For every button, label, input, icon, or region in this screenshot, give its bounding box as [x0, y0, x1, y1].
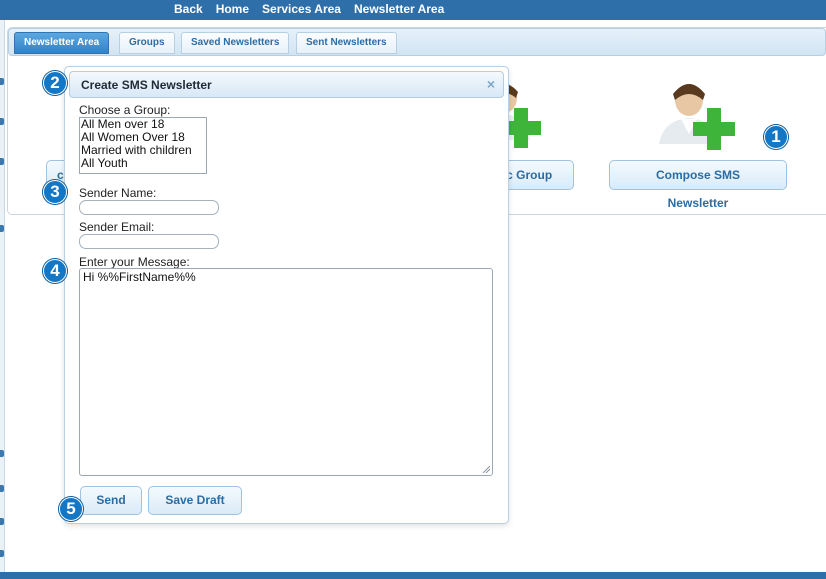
edge-marker [0, 518, 4, 525]
edge-marker [0, 158, 4, 165]
sender-name-field[interactable] [79, 200, 219, 215]
top-nav: Back Home Services Area Newsletter Area [174, 1, 444, 19]
nav-newsletter-area-link[interactable]: Newsletter Area [354, 1, 444, 19]
left-edge-strip [0, 20, 5, 573]
top-nav-bar: Back Home Services Area Newsletter Area [0, 0, 826, 20]
edge-marker [0, 78, 4, 85]
edge-marker [0, 550, 4, 557]
sender-name-label: Sender Name: [79, 186, 157, 200]
resize-grip-icon[interactable] [482, 465, 490, 473]
message-text: Hi %%FirstName%% [83, 270, 196, 284]
nav-back-link[interactable]: Back [174, 1, 203, 19]
edge-marker [0, 450, 4, 457]
close-icon[interactable]: × [487, 76, 495, 92]
callout-2: 2 [43, 71, 67, 95]
tab-bar: Newsletter Area Groups Saved Newsletters… [8, 28, 826, 56]
bottom-bar [0, 572, 826, 579]
callout-5: 5 [59, 497, 83, 521]
person-add-icon [659, 84, 735, 150]
nav-services-area-link[interactable]: Services Area [262, 1, 341, 19]
send-button[interactable]: Send [80, 486, 142, 515]
save-draft-button[interactable]: Save Draft [148, 486, 242, 515]
callout-4: 4 [43, 259, 67, 283]
dialog-title: Create SMS Newsletter [81, 78, 212, 92]
compose-sms-newsletter-button[interactable]: Compose SMS Newsletter [609, 160, 787, 210]
tab-sent-newsletters[interactable]: Sent Newsletters [296, 32, 397, 54]
sender-email-field[interactable] [79, 234, 219, 249]
tab-groups[interactable]: Groups [119, 32, 175, 54]
dialog-header: Create SMS Newsletter × [69, 71, 504, 98]
message-label: Enter your Message: [79, 255, 190, 269]
tab-saved-newsletters[interactable]: Saved Newsletters [181, 32, 290, 54]
tab-newsletter-area[interactable]: Newsletter Area [14, 32, 110, 54]
nav-home-link[interactable]: Home [216, 1, 249, 19]
group-select[interactable]: All Men over 18 All Women Over 18 Marrie… [79, 117, 207, 174]
edge-marker [0, 118, 4, 125]
group-option[interactable]: All Youth [80, 157, 206, 170]
callout-3: 3 [43, 180, 67, 204]
message-textarea[interactable]: Hi %%FirstName%% [79, 268, 493, 476]
sender-email-label: Sender Email: [79, 220, 155, 234]
callout-1: 1 [764, 125, 788, 149]
choose-group-label: Choose a Group: [79, 103, 171, 117]
edge-marker [0, 485, 4, 492]
edge-marker [0, 225, 4, 232]
